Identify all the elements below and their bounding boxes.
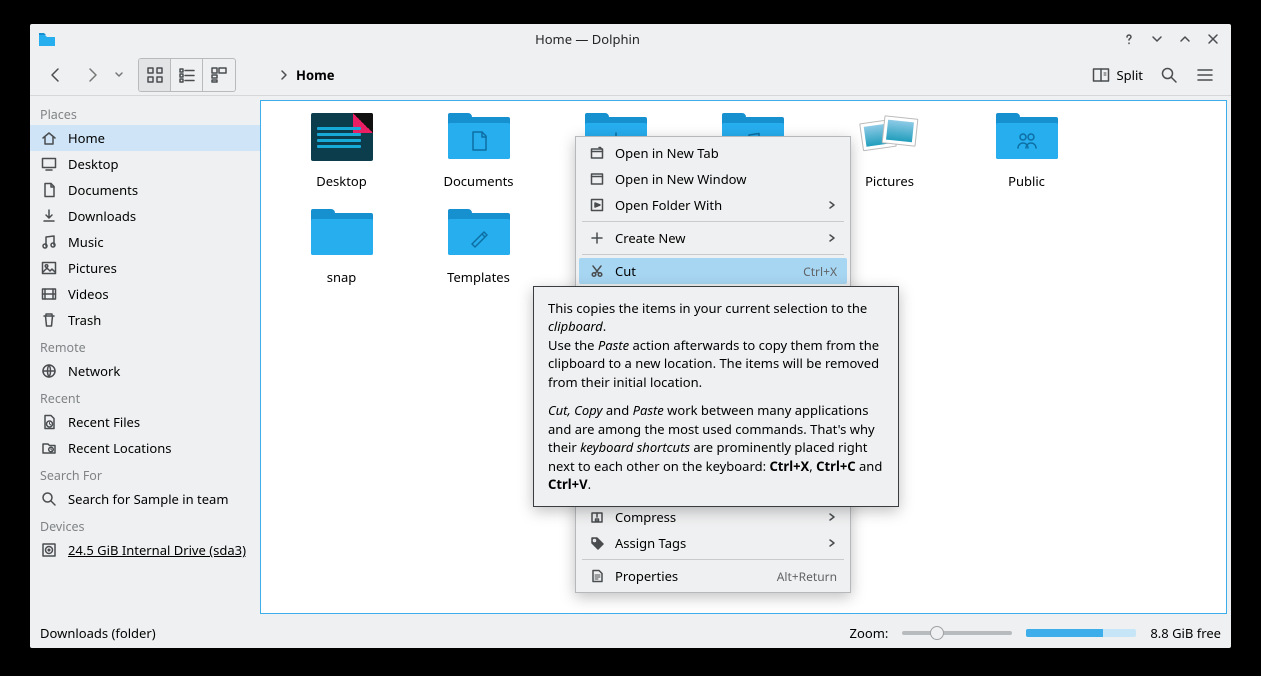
titlebar: Home — Dolphin — [30, 24, 1231, 54]
search-button[interactable] — [1153, 59, 1185, 91]
free-space: 8.8 GiB free — [1150, 624, 1221, 642]
new-tab-icon — [589, 145, 605, 161]
ctx-cut[interactable]: CutCtrl+X — [579, 258, 847, 284]
details-view-button[interactable] — [203, 59, 235, 91]
ctx-open-new-window[interactable]: Open in New Window — [579, 166, 847, 192]
zoom-label: Zoom: — [850, 624, 889, 642]
compact-view-button[interactable] — [171, 59, 203, 91]
compress-icon — [589, 509, 605, 525]
documents-icon — [40, 181, 58, 199]
file-desktop[interactable]: Desktop — [273, 109, 410, 205]
music-icon — [40, 233, 58, 251]
network-icon — [40, 362, 58, 380]
minimize-button[interactable] — [1147, 29, 1167, 49]
properties-icon — [589, 568, 605, 584]
ctx-compress[interactable]: Compress — [579, 504, 847, 530]
sidebar-item-saved-search[interactable]: Search for Sample in team — [30, 486, 260, 512]
sidebar-item-desktop[interactable]: Desktop — [30, 151, 260, 177]
submenu-arrow-icon — [827, 229, 837, 247]
statusbar: Downloads (folder) Zoom: 8.8 GiB free — [30, 618, 1231, 648]
window-title: Home — Dolphin — [64, 30, 1111, 48]
plus-icon — [589, 230, 605, 246]
ctx-properties[interactable]: PropertiesAlt+Return — [579, 563, 847, 589]
sidebar-item-recent-files[interactable]: Recent Files — [30, 409, 260, 435]
submenu-arrow-icon — [827, 508, 837, 526]
section-remote: Remote — [30, 333, 260, 358]
breadcrumb-current: Home — [296, 66, 335, 84]
whatsthis-tooltip: This copies the items in your current se… — [533, 286, 899, 507]
menu-separator — [582, 254, 844, 255]
back-button[interactable] — [40, 59, 72, 91]
trash-icon — [40, 311, 58, 329]
menu-separator — [582, 559, 844, 560]
file-templates[interactable]: Templates — [410, 205, 547, 301]
file-public[interactable]: Public — [958, 109, 1095, 205]
open-with-icon — [589, 197, 605, 213]
ctx-assign-tags[interactable]: Assign Tags — [579, 530, 847, 556]
folder-icon — [448, 113, 510, 161]
split-view-button[interactable]: Split — [1086, 59, 1149, 91]
folder-icon — [311, 209, 373, 257]
places-panel: Places Home Desktop Documents Downloads … — [30, 96, 260, 618]
ctx-open-with[interactable]: Open Folder With — [579, 192, 847, 218]
sidebar-item-videos[interactable]: Videos — [30, 281, 260, 307]
search-icon — [40, 490, 58, 508]
forward-button[interactable] — [76, 59, 108, 91]
sidebar-item-home[interactable]: Home — [30, 125, 260, 151]
tag-icon — [589, 535, 605, 551]
split-label: Split — [1116, 66, 1143, 84]
menu-separator — [582, 221, 844, 222]
sidebar-item-network[interactable]: Network — [30, 358, 260, 384]
drive-icon — [40, 541, 58, 559]
sidebar-item-pictures[interactable]: Pictures — [30, 255, 260, 281]
section-search: Search For — [30, 461, 260, 486]
hamburger-menu-button[interactable] — [1189, 59, 1221, 91]
sidebar-item-drive[interactable]: 24.5 GiB Internal Drive (sda3) — [30, 537, 260, 563]
file-documents[interactable]: Documents — [410, 109, 547, 205]
ctx-create-new[interactable]: Create New — [579, 225, 847, 251]
maximize-button[interactable] — [1175, 29, 1195, 49]
sidebar-item-recent-locations[interactable]: Recent Locations — [30, 435, 260, 461]
view-mode-group — [138, 58, 236, 92]
desktop-icon — [40, 155, 58, 173]
scissors-icon — [589, 263, 605, 279]
recent-locations-icon — [40, 439, 58, 457]
status-selection: Downloads (folder) — [40, 624, 156, 642]
nav-history-dropdown[interactable] — [112, 59, 126, 91]
folder-icon — [448, 209, 510, 257]
close-button[interactable] — [1203, 29, 1223, 49]
downloads-icon — [40, 207, 58, 225]
pictures-thumb-icon — [859, 113, 921, 161]
home-icon — [40, 129, 58, 147]
icons-view-button[interactable] — [139, 59, 171, 91]
section-recent: Recent — [30, 384, 260, 409]
videos-icon — [40, 285, 58, 303]
sidebar-item-documents[interactable]: Documents — [30, 177, 260, 203]
submenu-arrow-icon — [827, 196, 837, 214]
new-window-icon — [589, 171, 605, 187]
ctx-open-new-tab[interactable]: Open in New Tab — [579, 140, 847, 166]
breadcrumb[interactable]: Home — [278, 66, 335, 84]
sidebar-item-trash[interactable]: Trash — [30, 307, 260, 333]
section-places: Places — [30, 100, 260, 125]
zoom-slider[interactable] — [902, 631, 1012, 635]
disk-usage-bar — [1026, 629, 1136, 637]
file-snap[interactable]: snap — [273, 205, 410, 301]
sidebar-item-downloads[interactable]: Downloads — [30, 203, 260, 229]
pictures-icon — [40, 259, 58, 277]
section-devices: Devices — [30, 512, 260, 537]
app-icon — [38, 30, 56, 48]
toolbar: Home Split — [30, 54, 1231, 96]
desktop-thumb-icon — [311, 113, 373, 161]
folder-icon — [996, 113, 1058, 161]
sidebar-item-music[interactable]: Music — [30, 229, 260, 255]
help-button[interactable] — [1119, 29, 1139, 49]
submenu-arrow-icon — [827, 534, 837, 552]
recent-files-icon — [40, 413, 58, 431]
